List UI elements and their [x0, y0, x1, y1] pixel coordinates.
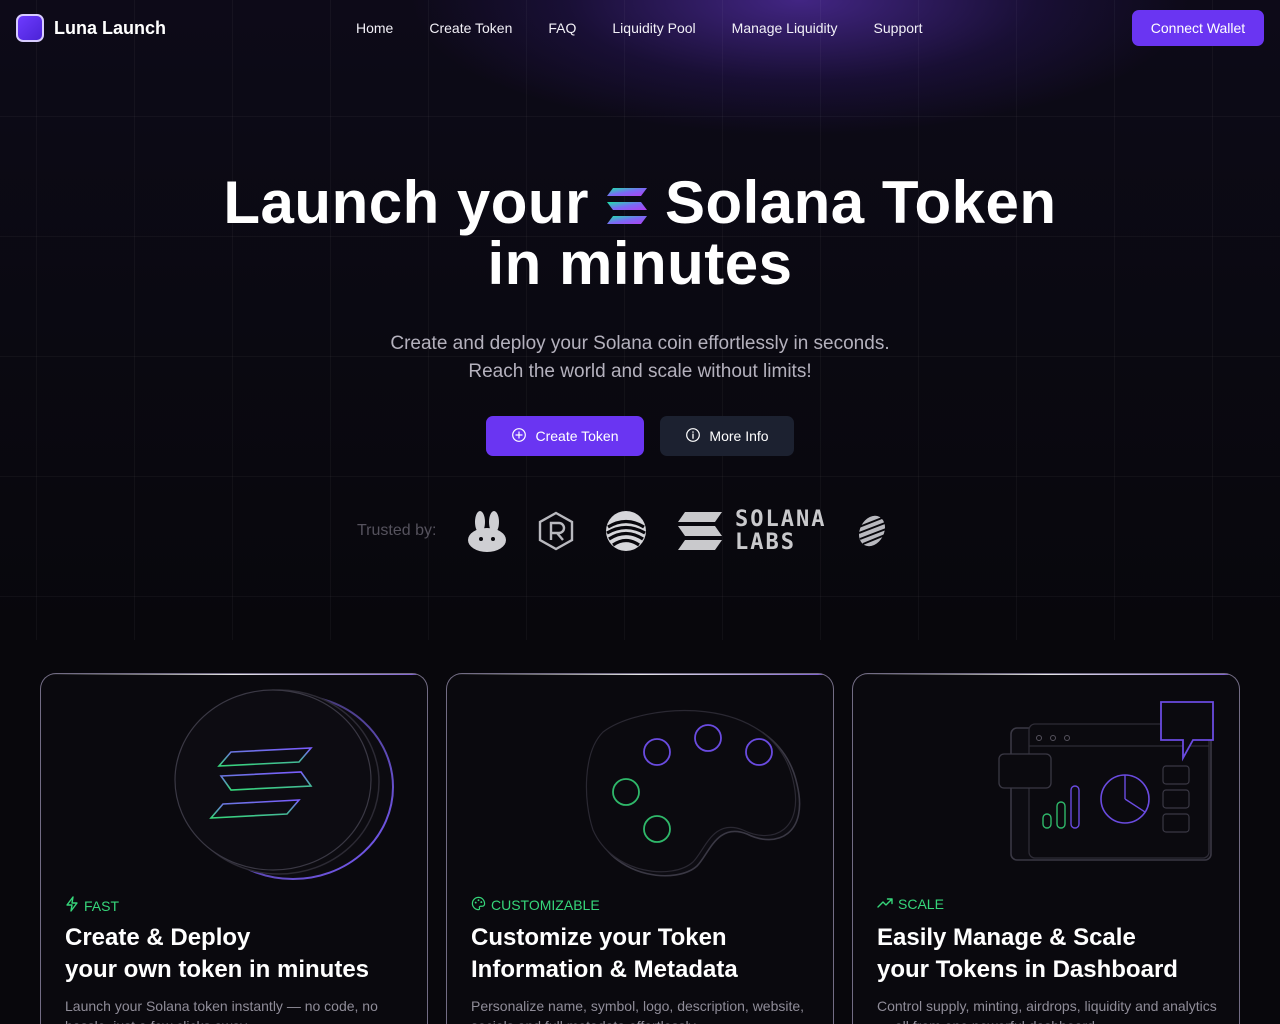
card-title-customizable-line2: Information & Metadata — [471, 956, 738, 983]
hero-subtitle: Create and deploy your Solana coin effor… — [0, 330, 1280, 386]
more-info-button[interactable]: More Info — [660, 416, 794, 456]
solana-coin-illustration — [41, 674, 427, 894]
raydium-hexagon-icon — [537, 511, 575, 551]
info-circle-icon — [685, 427, 701, 446]
trusted-by-row: Trusted by: SOLANA LABS — [357, 508, 918, 554]
solana-labs-wordmark: SOLANA LABS — [735, 508, 826, 554]
dashboard-illustration — [853, 674, 1239, 894]
nav-link-create-token[interactable]: Create Token — [429, 20, 512, 36]
card-title-scale-line2: your Tokens in Dashboard — [877, 956, 1178, 983]
nav-link-faq[interactable]: FAQ — [548, 20, 576, 36]
solana-labs-logo: SOLANA LABS — [677, 508, 826, 554]
card-description-scale: Control supply, minting, airdrops, liqui… — [877, 998, 1217, 1024]
brand-name: Luna Launch — [54, 17, 166, 38]
more-info-button-label: More Info — [709, 428, 769, 444]
card-title-fast-line1: Create & Deploy — [65, 924, 251, 951]
nav-link-liquidity-pool[interactable]: Liquidity Pool — [612, 20, 695, 36]
nav-link-support[interactable]: Support — [874, 20, 923, 36]
card-title-fast-line2: your own token in minutes — [65, 956, 370, 983]
solana-labs-text-line1: SOLANA — [735, 507, 827, 532]
solana-logo-icon — [605, 175, 649, 224]
card-tag-fast: FAST — [65, 896, 119, 915]
pancakeswap-bunny-icon — [467, 509, 507, 553]
card-tag-scale: SCALE — [877, 896, 944, 912]
card-title-scale: Easily Manage & Scale your Tokens in Das… — [877, 922, 1217, 986]
card-title-customizable-line1: Customize your Token — [471, 924, 727, 951]
connect-wallet-button[interactable]: Connect Wallet — [1132, 10, 1264, 46]
card-description-customizable: Personalize name, symbol, logo, descript… — [471, 998, 805, 1024]
card-tag-customizable: CUSTOMIZABLE — [471, 896, 600, 914]
orb-stripes-icon — [605, 510, 647, 552]
solana-labs-text-line2: LABS — [735, 530, 796, 555]
hero-subtitle-line1: Create and deploy your Solana coin effor… — [390, 333, 890, 354]
feature-card-customizable: CUSTOMIZABLE Customize your Token Inform… — [446, 673, 834, 1024]
feature-card-scale: SCALE Easily Manage & Scale your Tokens … — [852, 673, 1240, 1024]
card-title-customizable: Customize your Token Information & Metad… — [471, 922, 811, 986]
hero-title-part2: Solana Token — [664, 169, 1057, 236]
hero-buttons: Create Token More Info — [486, 416, 794, 456]
leaf-stripes-icon — [856, 513, 888, 549]
brand-logo[interactable]: Luna Launch — [16, 14, 166, 42]
top-navigation: Luna Launch Home Create Token FAQ Liquid… — [0, 0, 1280, 58]
nav-links: Home Create Token FAQ Liquidity Pool Man… — [338, 20, 941, 36]
create-token-button-label: Create Token — [535, 428, 619, 444]
card-title-scale-line1: Easily Manage & Scale — [877, 924, 1136, 951]
hero-title-line2: in minutes — [487, 230, 793, 297]
feature-cards: FAST Create & Deploy your own token in m… — [40, 673, 1240, 1024]
feature-card-fast: FAST Create & Deploy your own token in m… — [40, 673, 428, 1024]
card-tag-fast-label: FAST — [84, 897, 120, 914]
card-title-fast: Create & Deploy your own token in minute… — [65, 922, 405, 986]
card-description-fast: Launch your Solana token instantly — no … — [65, 998, 378, 1024]
palette-illustration — [447, 674, 833, 894]
brand-logo-icon — [16, 14, 44, 42]
card-tag-customizable-label: CUSTOMIZABLE — [491, 897, 600, 913]
hero-subtitle-line2: Reach the world and scale without limits… — [468, 361, 812, 382]
trending-up-icon — [877, 896, 893, 912]
hero-title-part1: Launch your — [223, 169, 589, 236]
lightning-icon — [65, 896, 79, 915]
create-token-button[interactable]: Create Token — [486, 416, 644, 456]
palette-icon — [471, 896, 486, 914]
card-tag-scale-label: SCALE — [898, 896, 944, 912]
nav-link-home[interactable]: Home — [356, 20, 393, 36]
nav-link-manage-liquidity[interactable]: Manage Liquidity — [732, 20, 838, 36]
hero-title: Launch your Solana Token in minutes — [0, 172, 1280, 294]
plus-circle-icon — [511, 427, 527, 446]
trusted-by-label: Trusted by: — [357, 522, 437, 539]
